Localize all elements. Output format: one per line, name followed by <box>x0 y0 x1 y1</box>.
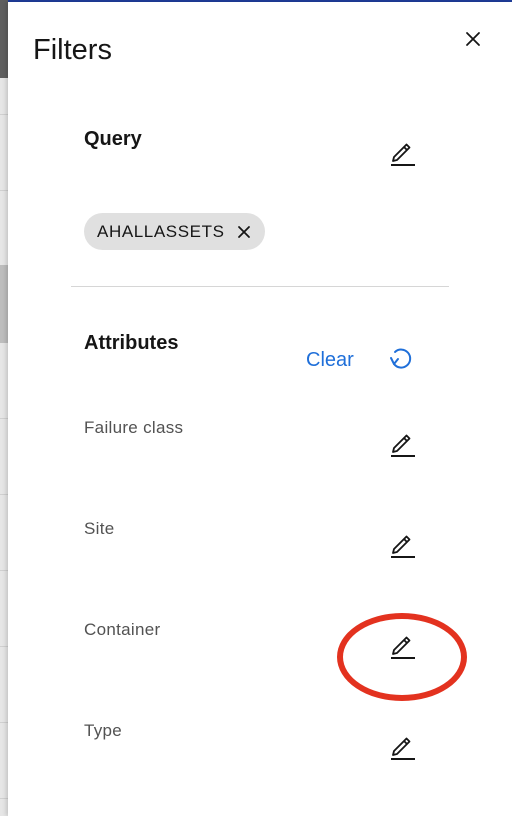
pencil-icon <box>391 636 415 659</box>
section-divider <box>71 286 449 287</box>
pencil-icon <box>391 535 415 558</box>
edit-type-button[interactable] <box>386 730 418 762</box>
background-divider <box>0 798 8 799</box>
remove-tag-button[interactable] <box>235 223 253 241</box>
attribute-label-container: Container <box>84 620 161 639</box>
edit-query-button[interactable] <box>386 136 418 168</box>
page: Filters Query AHALLASSETS Attributes Cle… <box>0 0 512 816</box>
background-divider <box>0 722 8 723</box>
background-grey-block <box>0 265 8 343</box>
background-divider <box>0 190 8 191</box>
query-tag-label: AHALLASSETS <box>97 221 225 241</box>
attributes-heading: Attributes <box>84 332 179 354</box>
close-icon <box>466 32 480 46</box>
edit-container-button[interactable] <box>386 629 418 661</box>
edit-site-button[interactable] <box>386 528 418 560</box>
filters-panel: Filters Query AHALLASSETS Attributes Cle… <box>8 2 512 816</box>
close-icon <box>237 225 250 238</box>
panel-title: Filters <box>33 34 112 66</box>
pencil-icon <box>391 434 415 457</box>
edit-failure-class-button[interactable] <box>386 427 418 459</box>
background-divider <box>0 646 8 647</box>
query-heading: Query <box>84 128 142 150</box>
reset-attributes-button[interactable] <box>384 342 416 374</box>
background-divider <box>0 418 8 419</box>
background-page-edge <box>0 0 8 816</box>
pencil-icon <box>391 737 415 760</box>
background-divider <box>0 494 8 495</box>
reset-icon <box>390 348 412 369</box>
background-dark-block <box>0 0 8 78</box>
attribute-label-type: Type <box>84 721 123 740</box>
background-divider <box>0 570 8 571</box>
attribute-label-failure-class: Failure class <box>84 418 184 437</box>
clear-attributes-link[interactable]: Clear <box>306 346 354 374</box>
background-divider <box>0 114 8 115</box>
attribute-label-site: Site <box>84 519 115 538</box>
close-button[interactable] <box>460 26 486 52</box>
pencil-icon <box>391 143 415 166</box>
query-tag: AHALLASSETS <box>84 213 265 250</box>
